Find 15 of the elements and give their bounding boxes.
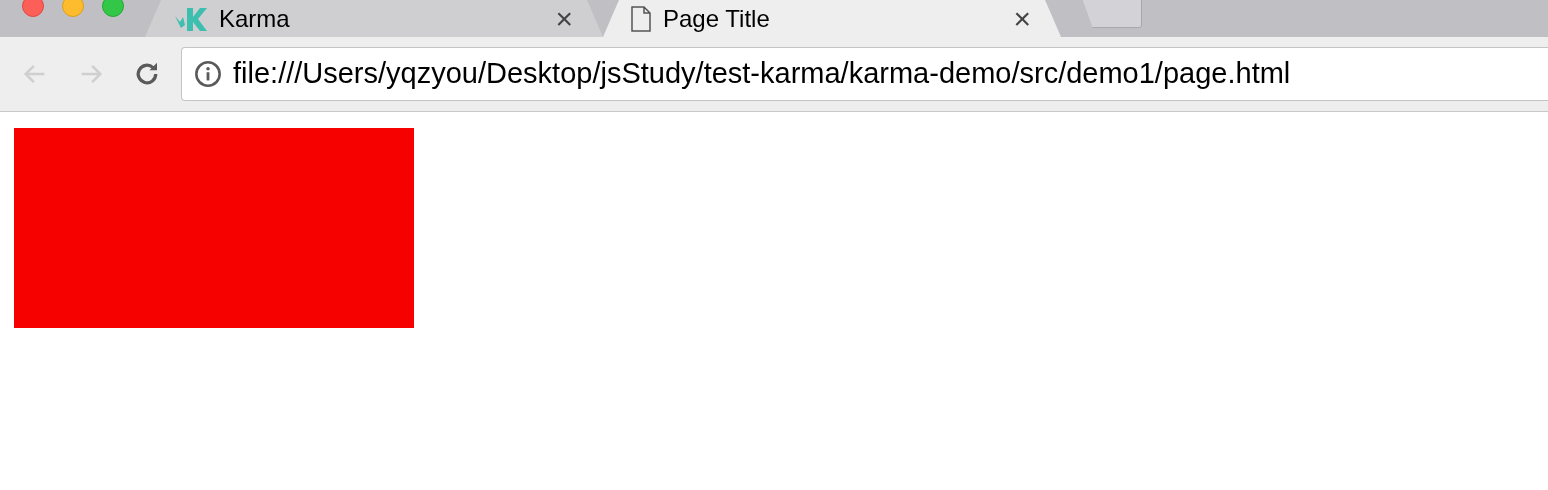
address-bar[interactable]: file:///Users/yqzyou/Desktop/jsStudy/test-karma/karma-demo/src/demo1/page.html (181, 47, 1548, 101)
url-text: file:///Users/yqzyou/Desktop/jsStudy/test-karma/karma-demo/src/demo1/page.html (233, 56, 1291, 92)
tab-title: Page Title (663, 3, 771, 34)
browser-tab[interactable]: Karma × (145, 0, 603, 37)
tab-title: Karma (219, 3, 291, 34)
browser-tab[interactable]: Page Title × (603, 0, 1061, 37)
close-window-button[interactable] (22, 0, 44, 17)
k-logo-icon (173, 5, 207, 32)
zoom-window-button[interactable] (102, 0, 124, 17)
close-tab-button[interactable]: × (1013, 3, 1031, 34)
document-icon (631, 5, 651, 32)
new-tab-button[interactable] (1082, 0, 1142, 28)
close-tab-button[interactable]: × (555, 3, 573, 34)
info-icon[interactable] (194, 60, 222, 88)
minimize-window-button[interactable] (62, 0, 84, 17)
